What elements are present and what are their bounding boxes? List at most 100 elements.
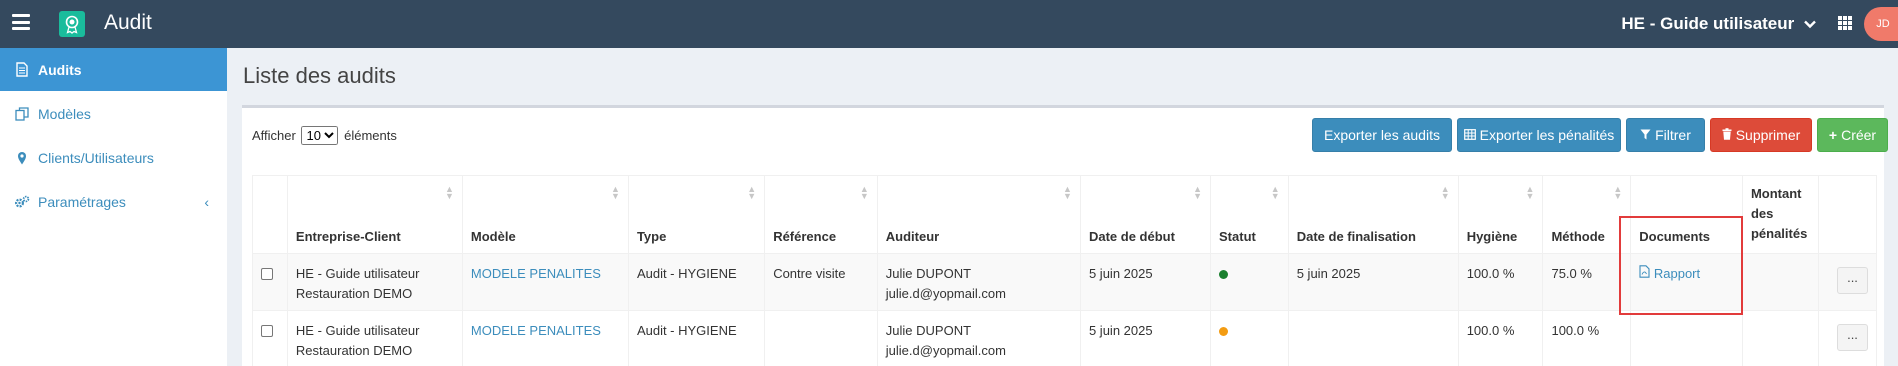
column-header-status[interactable]: ▲ ▼ Statut xyxy=(1210,175,1289,254)
actions-cell: ... xyxy=(1818,310,1877,366)
client-site: Restauration DEMO xyxy=(295,343,413,358)
column-header-label: Montant des pénalités xyxy=(1750,186,1808,241)
penalties-cell xyxy=(1741,310,1820,366)
auditor-email: julie.d@yopmail.com xyxy=(885,343,1006,358)
method-cell: 100.0 % xyxy=(1542,310,1632,366)
model-link[interactable]: MODELE PENALITES xyxy=(471,323,601,338)
app-title: Audit xyxy=(104,11,152,34)
trash-icon xyxy=(1722,127,1732,143)
column-header-start-date[interactable]: ▲ ▼ Date de début xyxy=(1079,175,1212,254)
column-header-label: Entreprise-Client xyxy=(295,229,401,244)
column-header-label: Documents xyxy=(1639,229,1711,244)
column-header-auditor[interactable]: ▲ ▼ Auditeur xyxy=(876,175,1081,254)
sort-icon: ▲ ▼ xyxy=(1270,184,1280,201)
sidebar-item-parametrages[interactable]: Paramétrages ‹ xyxy=(0,180,227,223)
row-select-cell xyxy=(252,310,288,366)
sort-icon: ▲ ▼ xyxy=(859,184,869,201)
auditor-name: Julie DUPONT xyxy=(885,323,972,338)
penalties-cell xyxy=(1741,253,1820,311)
file-icon xyxy=(14,62,30,77)
filter-label: Filtrer xyxy=(1655,127,1691,143)
end-date-cell xyxy=(1287,310,1459,366)
map-pin-icon xyxy=(14,151,30,165)
plus-icon: + xyxy=(1828,127,1838,143)
row-checkbox[interactable] xyxy=(261,325,273,337)
status-dot xyxy=(1219,270,1229,279)
report-label: Rapport xyxy=(1653,266,1701,281)
column-header-reference[interactable]: ▲ ▼ Référence xyxy=(764,175,878,254)
column-header-type[interactable]: ▲ ▼ Type xyxy=(627,175,766,254)
reference-cell: Contre visite xyxy=(764,253,878,311)
type-cell: Audit - HYGIENE xyxy=(627,310,766,366)
client-cell: HE - Guide utilisateur Restauration DEMO xyxy=(286,253,463,311)
sort-icon: ▲ ▼ xyxy=(1193,184,1203,201)
company-selector[interactable]: HE - Guide utilisateur xyxy=(1621,14,1816,34)
column-header-hygiene[interactable]: ▲ ▼ Hygiène xyxy=(1457,175,1544,254)
export-audits-button[interactable]: Exporter les audits xyxy=(1312,118,1452,152)
app-logo-icon[interactable] xyxy=(59,11,85,37)
sidebar-item-label: Paramétrages xyxy=(38,193,126,210)
method-cell: 75.0 % xyxy=(1542,253,1632,311)
sort-icon: ▲ ▼ xyxy=(1613,184,1623,201)
audits-panel: Afficher 10 éléments Exporter les audits… xyxy=(242,105,1888,366)
documents-cell: Rapport xyxy=(1630,253,1743,311)
table-icon xyxy=(1463,127,1476,143)
sort-icon: ▲ ▼ xyxy=(1063,184,1072,201)
chevron-left-icon[interactable]: ‹ xyxy=(204,194,209,210)
create-button[interactable]: + Créer xyxy=(1817,118,1888,152)
sidebar-item-label: Modèles xyxy=(38,105,91,122)
column-header-label: Type xyxy=(636,229,667,244)
sort-icon: ▲ ▼ xyxy=(611,184,620,201)
sidebar-item-modeles[interactable]: Modèles xyxy=(0,92,227,135)
actions-column-header xyxy=(1818,175,1877,254)
status-dot xyxy=(1219,327,1229,336)
column-header-end-date[interactable]: ▲ ▼ Date de finalisation xyxy=(1287,175,1459,254)
sidebar-item-clients[interactable]: Clients/Utilisateurs xyxy=(0,136,227,179)
create-label: Créer xyxy=(1841,127,1877,143)
table-row: HE - Guide utilisateur Restauration DEMO … xyxy=(252,253,1877,311)
export-penalties-label: Exporter les pénalités xyxy=(1479,127,1615,143)
sort-icon: ▲ ▼ xyxy=(1440,184,1450,201)
auditor-cell: Julie DUPONT julie.d@yopmail.com xyxy=(876,253,1081,311)
column-header-label: Hygiène xyxy=(1466,229,1518,244)
end-date-cell: 5 juin 2025 xyxy=(1287,253,1459,311)
export-audits-label: Exporter les audits xyxy=(1324,127,1440,143)
row-checkbox[interactable] xyxy=(261,268,273,280)
sidebar-item-audits[interactable]: Audits xyxy=(0,48,227,91)
company-name: HE - Guide utilisateur xyxy=(1621,14,1795,33)
hygiene-cell: 100.0 % xyxy=(1457,253,1544,311)
hygiene-cell: 100.0 % xyxy=(1457,310,1544,366)
cogs-icon xyxy=(14,195,30,209)
export-penalties-button[interactable]: Exporter les pénalités xyxy=(1457,118,1621,152)
page-length-control: Afficher 10 éléments xyxy=(252,126,397,145)
chevron-down-icon xyxy=(1804,14,1816,34)
audits-table: ▲ ▼ Entreprise-Client ▲ ▼ Modèle ▲ ▼ Type ▲ ▼ Ré… xyxy=(252,175,1877,366)
delete-label: Supprimer xyxy=(1735,127,1801,143)
sidebar-item-label: Audits xyxy=(38,61,82,78)
column-header-label: Référence xyxy=(773,229,837,244)
start-date-cell: 5 juin 2025 xyxy=(1079,310,1212,366)
more-actions-button[interactable]: ... xyxy=(1837,267,1868,294)
hamburger-menu-icon[interactable] xyxy=(12,14,30,30)
sort-icon: ▲ ▼ xyxy=(747,184,757,201)
page-length-select[interactable]: 10 xyxy=(301,126,339,145)
auditor-cell: Julie DUPONT julie.d@yopmail.com xyxy=(876,310,1081,366)
apps-grid-icon[interactable] xyxy=(1838,16,1852,30)
column-header-client[interactable]: ▲ ▼ Entreprise-Client xyxy=(286,175,463,254)
sort-icon: ▲ ▼ xyxy=(1525,184,1535,201)
actions-cell: ... xyxy=(1818,253,1877,311)
model-link[interactable]: MODELE PENALITES xyxy=(471,266,601,281)
model-cell: MODELE PENALITES xyxy=(461,253,629,311)
pdf-file-icon xyxy=(1639,265,1650,281)
filter-button[interactable]: Filtrer xyxy=(1626,118,1705,152)
auditor-email: julie.d@yopmail.com xyxy=(885,286,1006,301)
column-header-documents: Documents xyxy=(1630,175,1743,254)
user-avatar[interactable]: JD xyxy=(1864,7,1898,41)
report-link[interactable]: Rapport xyxy=(1639,265,1701,281)
more-actions-button[interactable]: ... xyxy=(1837,324,1868,351)
client-name: HE - Guide utilisateur xyxy=(295,266,420,281)
column-header-method[interactable]: ▲ ▼ Méthode xyxy=(1542,175,1632,254)
column-header-label: Méthode xyxy=(1551,229,1605,244)
column-header-model[interactable]: ▲ ▼ Modèle xyxy=(461,175,629,254)
delete-button[interactable]: Supprimer xyxy=(1710,118,1812,152)
